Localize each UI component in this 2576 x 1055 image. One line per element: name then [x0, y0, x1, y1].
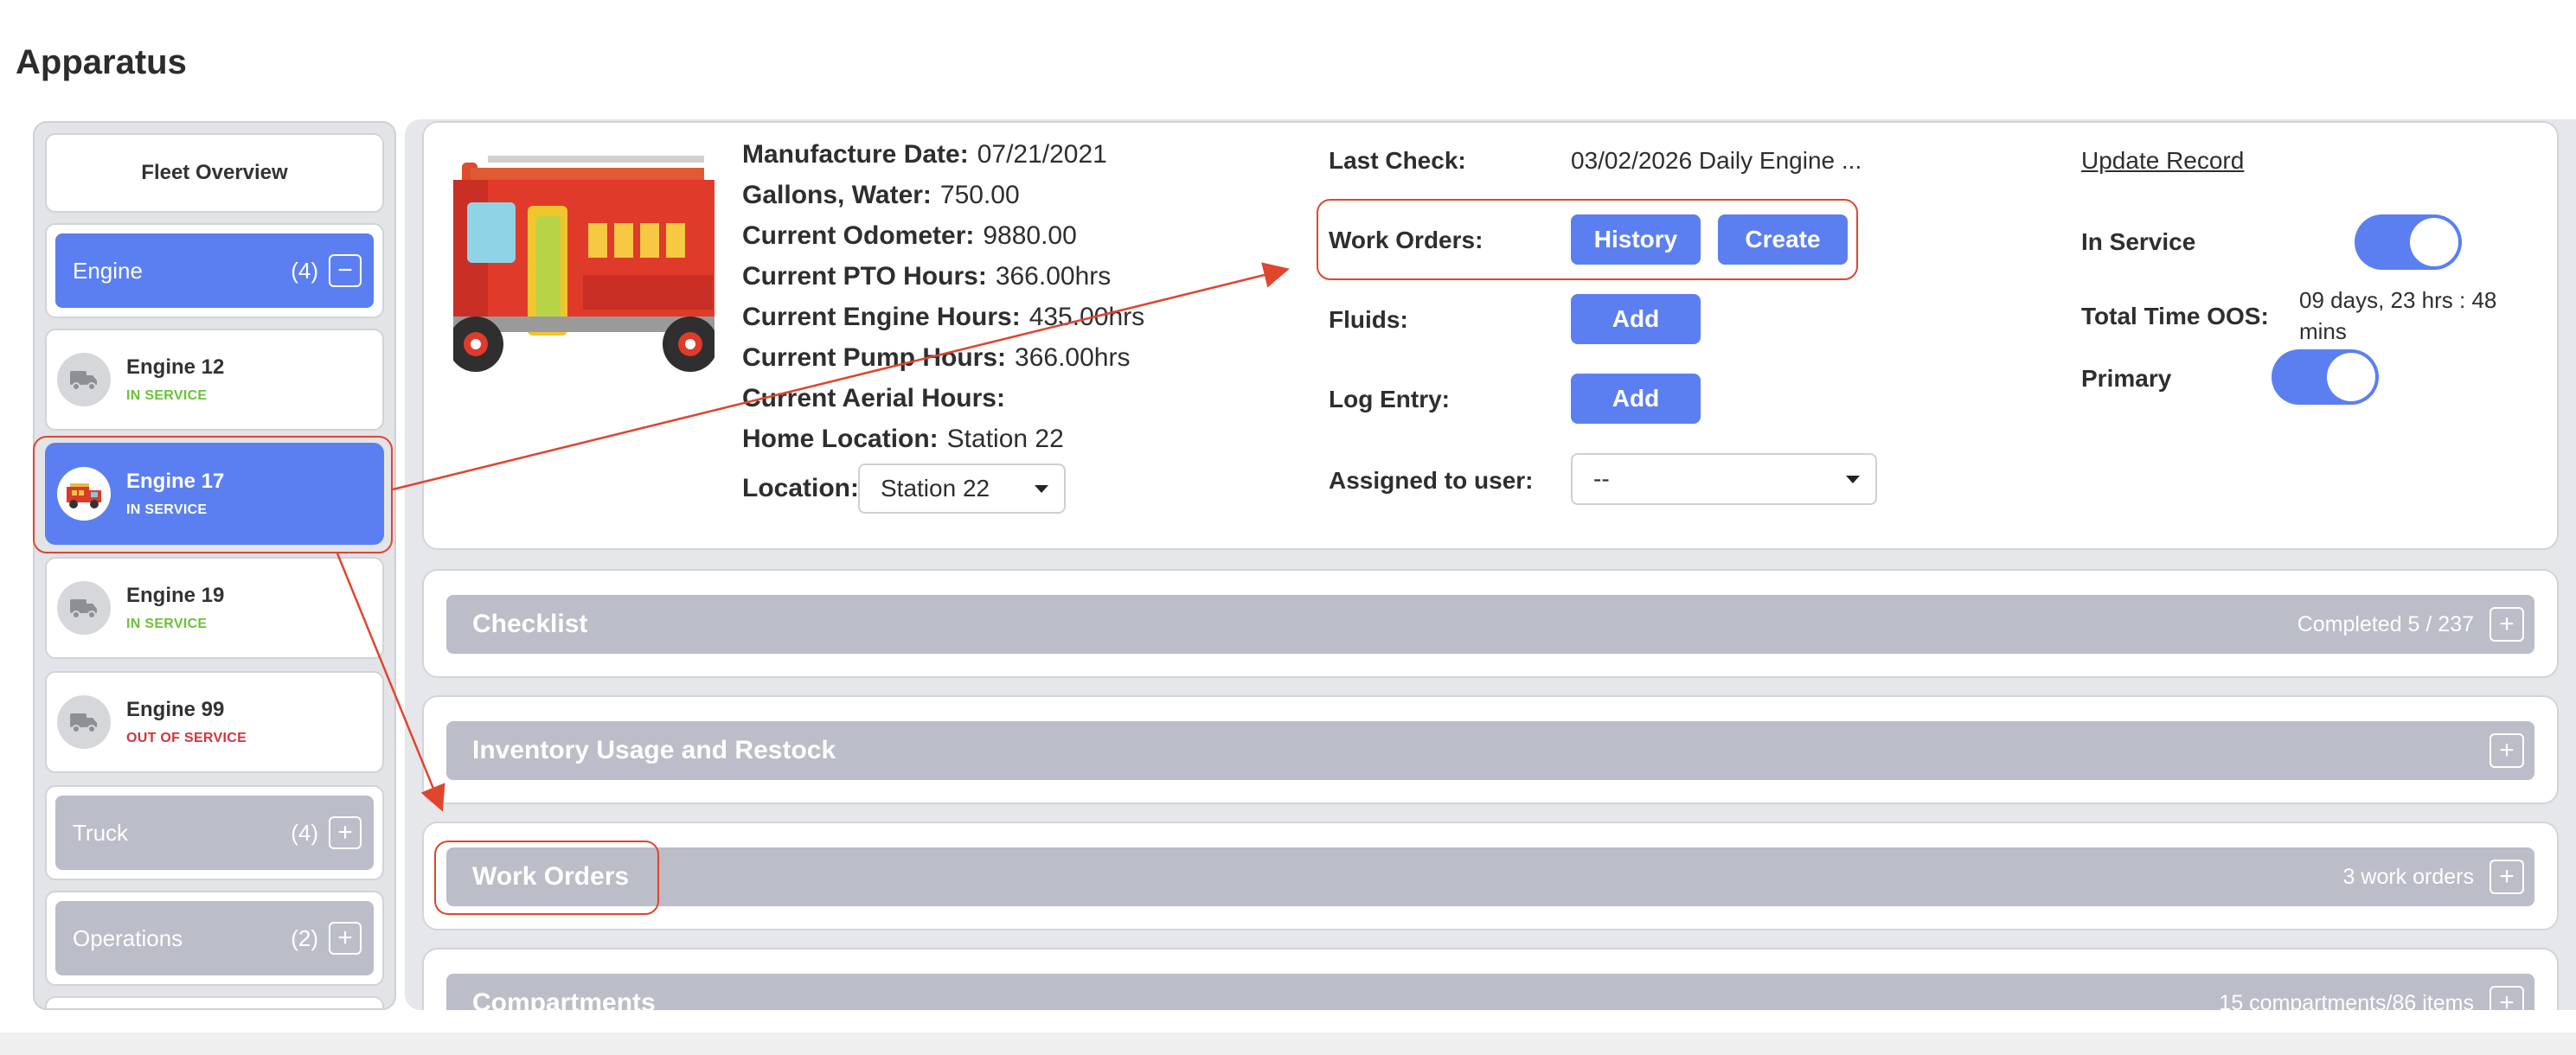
location-label: Location: — [742, 474, 859, 502]
operations-group[interactable]: Operations (2) + — [45, 891, 384, 986]
engine-group-header[interactable]: Engine (4) − — [55, 233, 374, 308]
toggle-knob — [2410, 218, 2458, 266]
primary-label: Primary — [2081, 365, 2172, 392]
sidebar-item-engine-12[interactable]: Engine 12 IN SERVICE — [45, 329, 384, 431]
fluids-add-button[interactable]: Add — [1571, 294, 1701, 344]
page-title: Apparatus — [16, 43, 187, 81]
next-group-partial[interactable] — [45, 996, 384, 1008]
truck-group-label: Truck — [73, 819, 129, 846]
status-badge: IN SERVICE — [126, 617, 208, 631]
expand-icon[interactable]: + — [329, 816, 362, 849]
engine-group-label: Engine — [73, 257, 143, 284]
section-title: Inventory Usage and Restock — [472, 736, 836, 764]
operations-group-count: (2) — [291, 924, 318, 951]
log-entry-label: Log Entry: — [1329, 386, 1450, 412]
truck-group-count: (4) — [291, 819, 318, 846]
fire-truck-image — [448, 145, 718, 380]
checklist-panel: Checklist Completed 5 / 237 + — [422, 569, 2559, 678]
engine-group[interactable]: Engine (4) − — [45, 223, 384, 318]
log-entry-add-button[interactable]: Add — [1571, 374, 1701, 424]
spec-pump-hours: Current Pump Hours: 366.00hrs — [742, 343, 1131, 372]
total-time-oos-value: 09 days, 23 hrs : 48 — [2299, 287, 2497, 313]
chevron-down-icon — [1035, 485, 1048, 493]
vehicle-name: Engine 19 — [126, 584, 225, 607]
collapse-icon[interactable]: − — [329, 254, 362, 287]
expand-icon[interactable]: + — [2489, 733, 2524, 768]
total-time-oos-value-cont: mins — [2299, 318, 2347, 344]
location-select[interactable]: Station 22 — [858, 464, 1066, 514]
section-meta: 3 work orders — [2342, 864, 2474, 889]
truck-group-header[interactable]: Truck (4) + — [55, 796, 374, 870]
primary-toggle[interactable] — [2272, 349, 2379, 405]
fleet-overview-button[interactable]: Fleet Overview — [45, 133, 384, 213]
inventory-header[interactable]: Inventory Usage and Restock + — [446, 721, 2534, 780]
total-time-oos-label: Total Time OOS: — [2081, 303, 2269, 329]
truck-group[interactable]: Truck (4) + — [45, 785, 384, 880]
compartments-header[interactable]: Compartments 15 compartments/86 items + — [446, 974, 2534, 1010]
last-check-value[interactable]: 03/02/2026 Daily Engine ... — [1571, 147, 1862, 175]
sidebar-item-engine-99[interactable]: Engine 99 OUT OF SERVICE — [45, 671, 384, 773]
in-service-toggle[interactable] — [2355, 214, 2462, 270]
work-orders-panel: Work Orders 3 work orders + — [422, 822, 2559, 930]
status-badge: IN SERVICE — [126, 502, 208, 517]
chevron-down-icon — [1846, 476, 1860, 483]
spec-gallons-water: Gallons, Water: 750.00 — [742, 181, 1020, 209]
operations-group-label: Operations — [73, 924, 183, 951]
assigned-user-value: -- — [1593, 465, 1610, 492]
expand-icon[interactable]: + — [329, 922, 362, 955]
expand-icon[interactable]: + — [2489, 607, 2524, 642]
inventory-panel: Inventory Usage and Restock + — [422, 695, 2559, 804]
spec-aerial-hours: Current Aerial Hours: — [742, 384, 1005, 412]
status-badge: OUT OF SERVICE — [126, 731, 247, 745]
toggle-knob — [2327, 353, 2375, 401]
page-footer — [0, 1033, 2576, 1055]
spec-manufacture-date: Manufacture Date: 07/21/2021 — [742, 140, 1107, 169]
expand-icon[interactable]: + — [2489, 860, 2524, 894]
checklist-header[interactable]: Checklist Completed 5 / 237 + — [446, 595, 2534, 654]
vehicle-name: Engine 99 — [126, 698, 225, 721]
vehicle-name: Engine 12 — [126, 355, 225, 379]
section-meta: Completed 5 / 237 — [2297, 611, 2474, 636]
apparatus-sidebar: Fleet Overview Engine (4) − Engine 12 IN… — [33, 121, 396, 1010]
spec-home-location: Home Location: Station 22 — [742, 425, 1064, 453]
fluids-label: Fluids: — [1329, 306, 1408, 333]
section-title: Checklist — [472, 610, 588, 638]
location-select-value: Station 22 — [881, 475, 990, 502]
assigned-to-user-label: Assigned to user: — [1329, 467, 1534, 494]
operations-group-header[interactable]: Operations (2) + — [55, 901, 374, 975]
section-title: Compartments — [472, 988, 656, 1010]
truck-icon — [57, 353, 111, 406]
spec-current-odometer: Current Odometer: 9880.00 — [742, 221, 1077, 250]
compartments-panel: Compartments 15 compartments/86 items + — [422, 948, 2559, 1010]
last-check-label: Last Check: — [1329, 147, 1466, 174]
work-orders-history-button[interactable]: History — [1571, 214, 1701, 265]
engine-group-count: (4) — [291, 257, 318, 284]
vehicle-name: Engine 17 — [126, 470, 225, 493]
status-badge: IN SERVICE — [126, 388, 208, 403]
section-title: Work Orders — [472, 862, 630, 891]
truck-icon — [57, 581, 111, 635]
truck-icon — [57, 695, 111, 749]
spec-pto-hours: Current PTO Hours: 366.00hrs — [742, 262, 1112, 291]
work-orders-header[interactable]: Work Orders 3 work orders + — [446, 847, 2534, 906]
update-record-link[interactable]: Update Record — [2081, 147, 2244, 175]
expand-icon[interactable]: + — [2489, 986, 2524, 1010]
work-orders-label: Work Orders: — [1329, 227, 1483, 253]
section-meta: 15 compartments/86 items — [2219, 990, 2474, 1011]
in-service-label: In Service — [2081, 228, 2196, 255]
sidebar-item-engine-19[interactable]: Engine 19 IN SERVICE — [45, 557, 384, 659]
assigned-user-select[interactable]: -- — [1571, 453, 1877, 505]
work-orders-create-button[interactable]: Create — [1718, 214, 1848, 265]
fire-truck-avatar — [57, 467, 111, 521]
spec-engine-hours: Current Engine Hours: 435.00hrs — [742, 303, 1145, 331]
sidebar-item-engine-17[interactable]: Engine 17 IN SERVICE — [45, 443, 384, 545]
